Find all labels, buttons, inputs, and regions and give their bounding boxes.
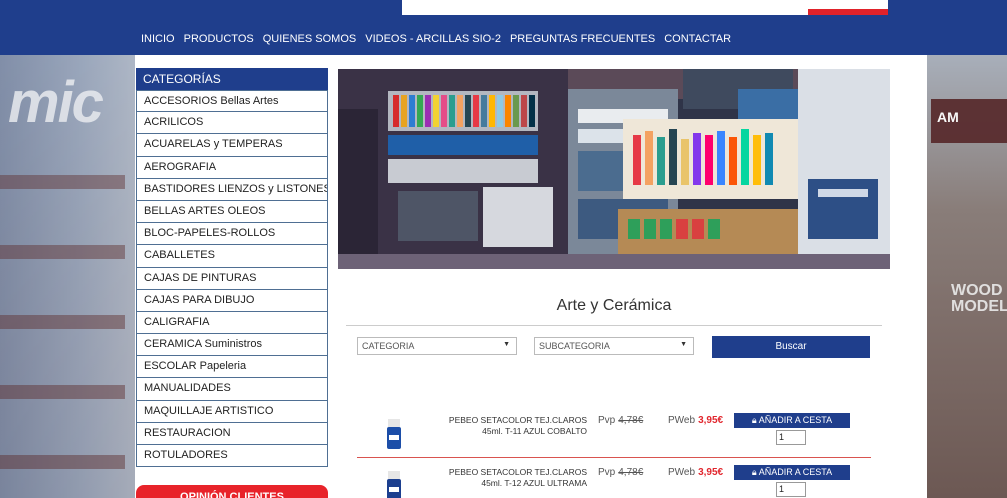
main-nav: INICIO PRODUCTOS QUIENES SOMOS VIDEOS - … — [141, 33, 731, 45]
product-description[interactable]: PEBEO SETACOLOR TEJ.CLAROS 45ml. T-12 AZ… — [447, 467, 587, 489]
category-item[interactable]: ACUARELAS y TEMPERAS — [136, 134, 328, 157]
opinion-clientes-button[interactable]: OPINIÓN CLIENTES — [136, 485, 328, 498]
lock-bag-icon: 🔒︎ — [751, 415, 757, 425]
product-pweb: PWeb 3,95€ — [668, 415, 724, 426]
category-item[interactable]: ROTULADORES — [136, 445, 328, 468]
nav-inicio[interactable]: INICIO — [141, 33, 175, 45]
product-thumbnail[interactable] — [387, 471, 401, 498]
add-to-cart-button[interactable]: 🔒︎ AÑADIR A CESTA — [734, 413, 850, 428]
product-pweb: PWeb 3,95€ — [668, 467, 724, 478]
nav-contactar[interactable]: CONTACTAR — [664, 33, 731, 45]
store-banner-image — [338, 69, 890, 269]
top-red-accent — [808, 9, 888, 15]
nav-preguntas[interactable]: PREGUNTAS FRECUENTES — [510, 33, 655, 45]
category-item[interactable]: ACRILICOS — [136, 112, 328, 135]
product-row: PEBEO SETACOLOR TEJ.CLAROS 45ml. T-12 AZ… — [357, 463, 871, 498]
nav-quienes-somos[interactable]: QUIENES SOMOS — [263, 33, 357, 45]
product-separator — [357, 457, 871, 458]
category-item[interactable]: CERAMICA Suministros — [136, 334, 328, 357]
top-bar: INICIO PRODUCTOS QUIENES SOMOS VIDEOS - … — [0, 0, 1007, 55]
category-item[interactable]: ACCESORIOS Bellas Artes — [136, 90, 328, 113]
quantity-input[interactable]: 1 — [776, 482, 806, 497]
product-pvp: Pvp 4,78€ — [598, 467, 644, 478]
page-title: Arte y Cerámica — [556, 297, 672, 314]
categories-heading: CATEGORÍAS — [136, 68, 328, 90]
nav-videos[interactable]: VIDEOS - ARCILLAS SIO-2 — [365, 33, 501, 45]
background-right-photo: AM WOOD MODEL — [925, 55, 1007, 498]
category-item[interactable]: BELLAS ARTES OLEOS — [136, 200, 328, 224]
background-left-photo: mic — [0, 55, 135, 498]
lock-bag-icon: 🔒︎ — [751, 467, 757, 477]
categoria-select-value: CATEGORIA — [362, 341, 415, 351]
categories-list: ACCESORIOS Bellas Artes ACRILICOS ACUARE… — [136, 90, 328, 468]
category-item[interactable]: MANUALIDADES — [136, 378, 328, 401]
category-item[interactable]: BASTIDORES LIENZOS y LISTONES — [136, 178, 328, 201]
background-sign: AM — [931, 99, 1007, 143]
product-description[interactable]: PEBEO SETACOLOR TEJ.CLAROS 45ml. T-11 AZ… — [447, 415, 587, 437]
background-sign-text: mic — [8, 70, 104, 135]
dropdown-arrow-icon: ▼ — [680, 341, 687, 348]
nav-productos[interactable]: PRODUCTOS — [184, 33, 254, 45]
category-item[interactable]: MAQUILLAJE ARTISTICO — [136, 400, 328, 423]
category-item[interactable]: CAJAS PARA DIBUJO — [136, 289, 328, 312]
categoria-select[interactable]: CATEGORIA ▼ — [357, 337, 517, 355]
product-thumbnail[interactable] — [387, 419, 401, 449]
product-pvp: Pvp 4,78€ — [598, 415, 644, 426]
search-button[interactable]: Buscar — [712, 336, 870, 358]
subcategoria-select[interactable]: SUBCATEGORIA ▼ — [534, 337, 694, 355]
background-sign-text-2: WOOD MODEL — [951, 282, 1007, 315]
add-to-cart-button[interactable]: 🔒︎ AÑADIR A CESTA — [734, 465, 850, 480]
quantity-input[interactable]: 1 — [776, 430, 806, 445]
dropdown-arrow-icon: ▼ — [503, 341, 510, 348]
product-row: PEBEO SETACOLOR TEJ.CLAROS 45ml. T-11 AZ… — [357, 411, 871, 459]
category-item[interactable]: RESTAURACION — [136, 422, 328, 445]
category-item[interactable]: CAJAS DE PINTURAS — [136, 267, 328, 290]
divider — [346, 325, 882, 326]
category-item[interactable]: CABALLETES — [136, 245, 328, 268]
category-item[interactable]: ESCOLAR Papeleria — [136, 356, 328, 379]
category-item[interactable]: CALIGRAFIA — [136, 311, 328, 335]
subcategoria-select-value: SUBCATEGORIA — [539, 341, 610, 351]
category-item[interactable]: AEROGRAFIA — [136, 156, 328, 179]
category-item[interactable]: BLOC-PAPELES-ROLLOS — [136, 223, 328, 246]
